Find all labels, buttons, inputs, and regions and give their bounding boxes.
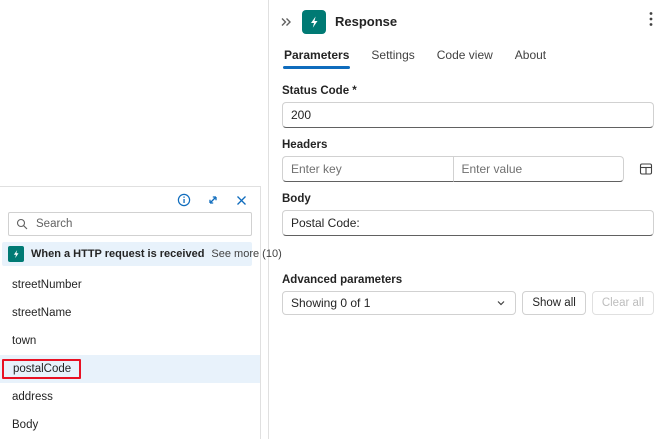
search-icon	[16, 218, 28, 230]
body-input[interactable]	[282, 210, 654, 236]
collapse-panel-icon[interactable]	[279, 15, 293, 29]
list-item[interactable]: town	[0, 327, 260, 355]
search-input[interactable]	[34, 217, 244, 231]
body-label: Body	[282, 193, 654, 205]
panel-tabs: Parameters Settings Code view About	[269, 38, 667, 71]
search-box	[8, 212, 252, 236]
close-icon[interactable]	[235, 194, 248, 207]
status-code-input[interactable]	[282, 102, 654, 128]
response-action-icon	[302, 10, 326, 34]
more-options-icon[interactable]	[645, 9, 657, 34]
chevron-down-icon	[495, 297, 507, 309]
list-item-label: streetNumber	[12, 279, 82, 291]
parameters-form: Status Code * Headers Body Advanced para…	[269, 71, 667, 315]
dynamic-content-popup: When a HTTP request is received See more…	[0, 186, 261, 439]
status-code-label: Status Code *	[282, 85, 654, 97]
list-item[interactable]: streetNumber	[0, 271, 260, 299]
dropdown-value: Showing 0 of 1	[291, 296, 370, 310]
list-item-label: town	[12, 335, 36, 347]
list-item-label: address	[12, 391, 53, 403]
list-item[interactable]: Body	[0, 411, 260, 439]
switch-headers-mode-icon[interactable]	[638, 161, 654, 177]
headers-row	[282, 156, 654, 182]
list-item-label: postalCode	[2, 359, 81, 379]
header-key-input[interactable]	[282, 156, 454, 182]
see-more-link[interactable]: See more (10)	[211, 248, 281, 260]
tab-about[interactable]: About	[514, 46, 547, 71]
popup-action-icons	[0, 187, 260, 210]
info-icon[interactable]	[177, 193, 191, 207]
panel-title: Response	[335, 14, 397, 29]
list-item-label: streetName	[12, 307, 71, 319]
http-request-trigger-icon	[8, 246, 24, 262]
trigger-group-row[interactable]: When a HTTP request is received See more…	[2, 242, 252, 266]
clear-all-button[interactable]: Clear all	[592, 291, 654, 315]
headers-label: Headers	[282, 139, 654, 151]
tab-code-view[interactable]: Code view	[436, 46, 494, 71]
response-action-panel: Response Parameters Settings Code view A…	[268, 0, 667, 439]
show-all-button[interactable]: Show all	[522, 291, 585, 315]
list-item[interactable]: address	[0, 383, 260, 411]
advanced-parameters-dropdown[interactable]: Showing 0 of 1	[282, 291, 516, 315]
header-value-input[interactable]	[453, 156, 625, 182]
list-item-label: Body	[12, 419, 38, 431]
expand-icon[interactable]	[206, 193, 220, 207]
tab-parameters[interactable]: Parameters	[283, 46, 350, 71]
list-item-selected[interactable]: postalCode	[0, 355, 260, 383]
list-item[interactable]: streetName	[0, 299, 260, 327]
tab-settings[interactable]: Settings	[370, 46, 415, 71]
dynamic-content-list: streetNumber streetName town postalCode …	[0, 268, 260, 439]
advanced-parameters-label: Advanced parameters	[282, 274, 654, 286]
panel-header: Response	[269, 0, 667, 38]
advanced-parameters-section: Advanced parameters Showing 0 of 1 Show …	[282, 274, 654, 315]
power-automate-designer: Response Parameters Settings Code view A…	[0, 0, 667, 439]
trigger-group-label: When a HTTP request is received	[31, 248, 204, 260]
advanced-parameters-row: Showing 0 of 1 Show all Clear all	[282, 291, 654, 315]
